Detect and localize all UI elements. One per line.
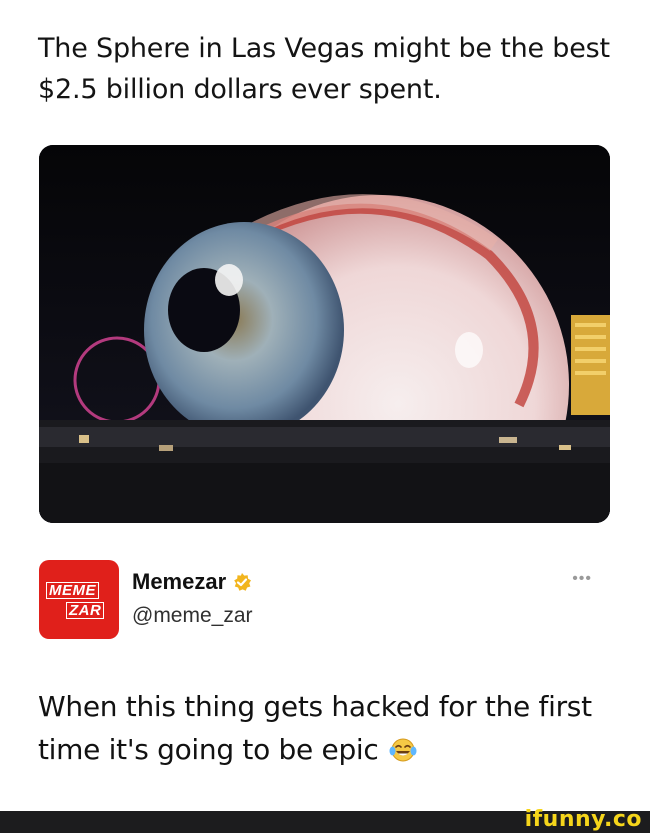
more-options-icon[interactable]: •••: [572, 570, 592, 588]
author-name[interactable]: Memezar: [132, 569, 226, 595]
verified-badge-icon: [234, 573, 252, 591]
sphere-eye-image: [39, 145, 610, 523]
tears-of-joy-emoji-icon: [389, 738, 417, 762]
author-name-row[interactable]: Memezar: [132, 569, 252, 595]
author-handle[interactable]: @meme_zar: [132, 604, 253, 628]
post-title: The Sphere in Las Vegas might be the bes…: [38, 33, 610, 105]
avatar[interactable]: MEME ZAR: [39, 560, 119, 639]
avatar-logo-line2: ZAR: [66, 602, 105, 619]
ifunny-watermark: ifunny.co: [524, 807, 642, 832]
author-block: MEME ZAR Memezar @meme_zar •••: [39, 560, 610, 640]
sphere-photo: [39, 145, 610, 523]
footer-bar: ifunny.co: [0, 807, 650, 833]
avatar-logo-line1: MEME: [46, 582, 99, 599]
tweet-text-block: When this thing gets hacked for the firs…: [38, 685, 618, 771]
tweet-text: When this thing gets hacked for the firs…: [38, 690, 592, 766]
